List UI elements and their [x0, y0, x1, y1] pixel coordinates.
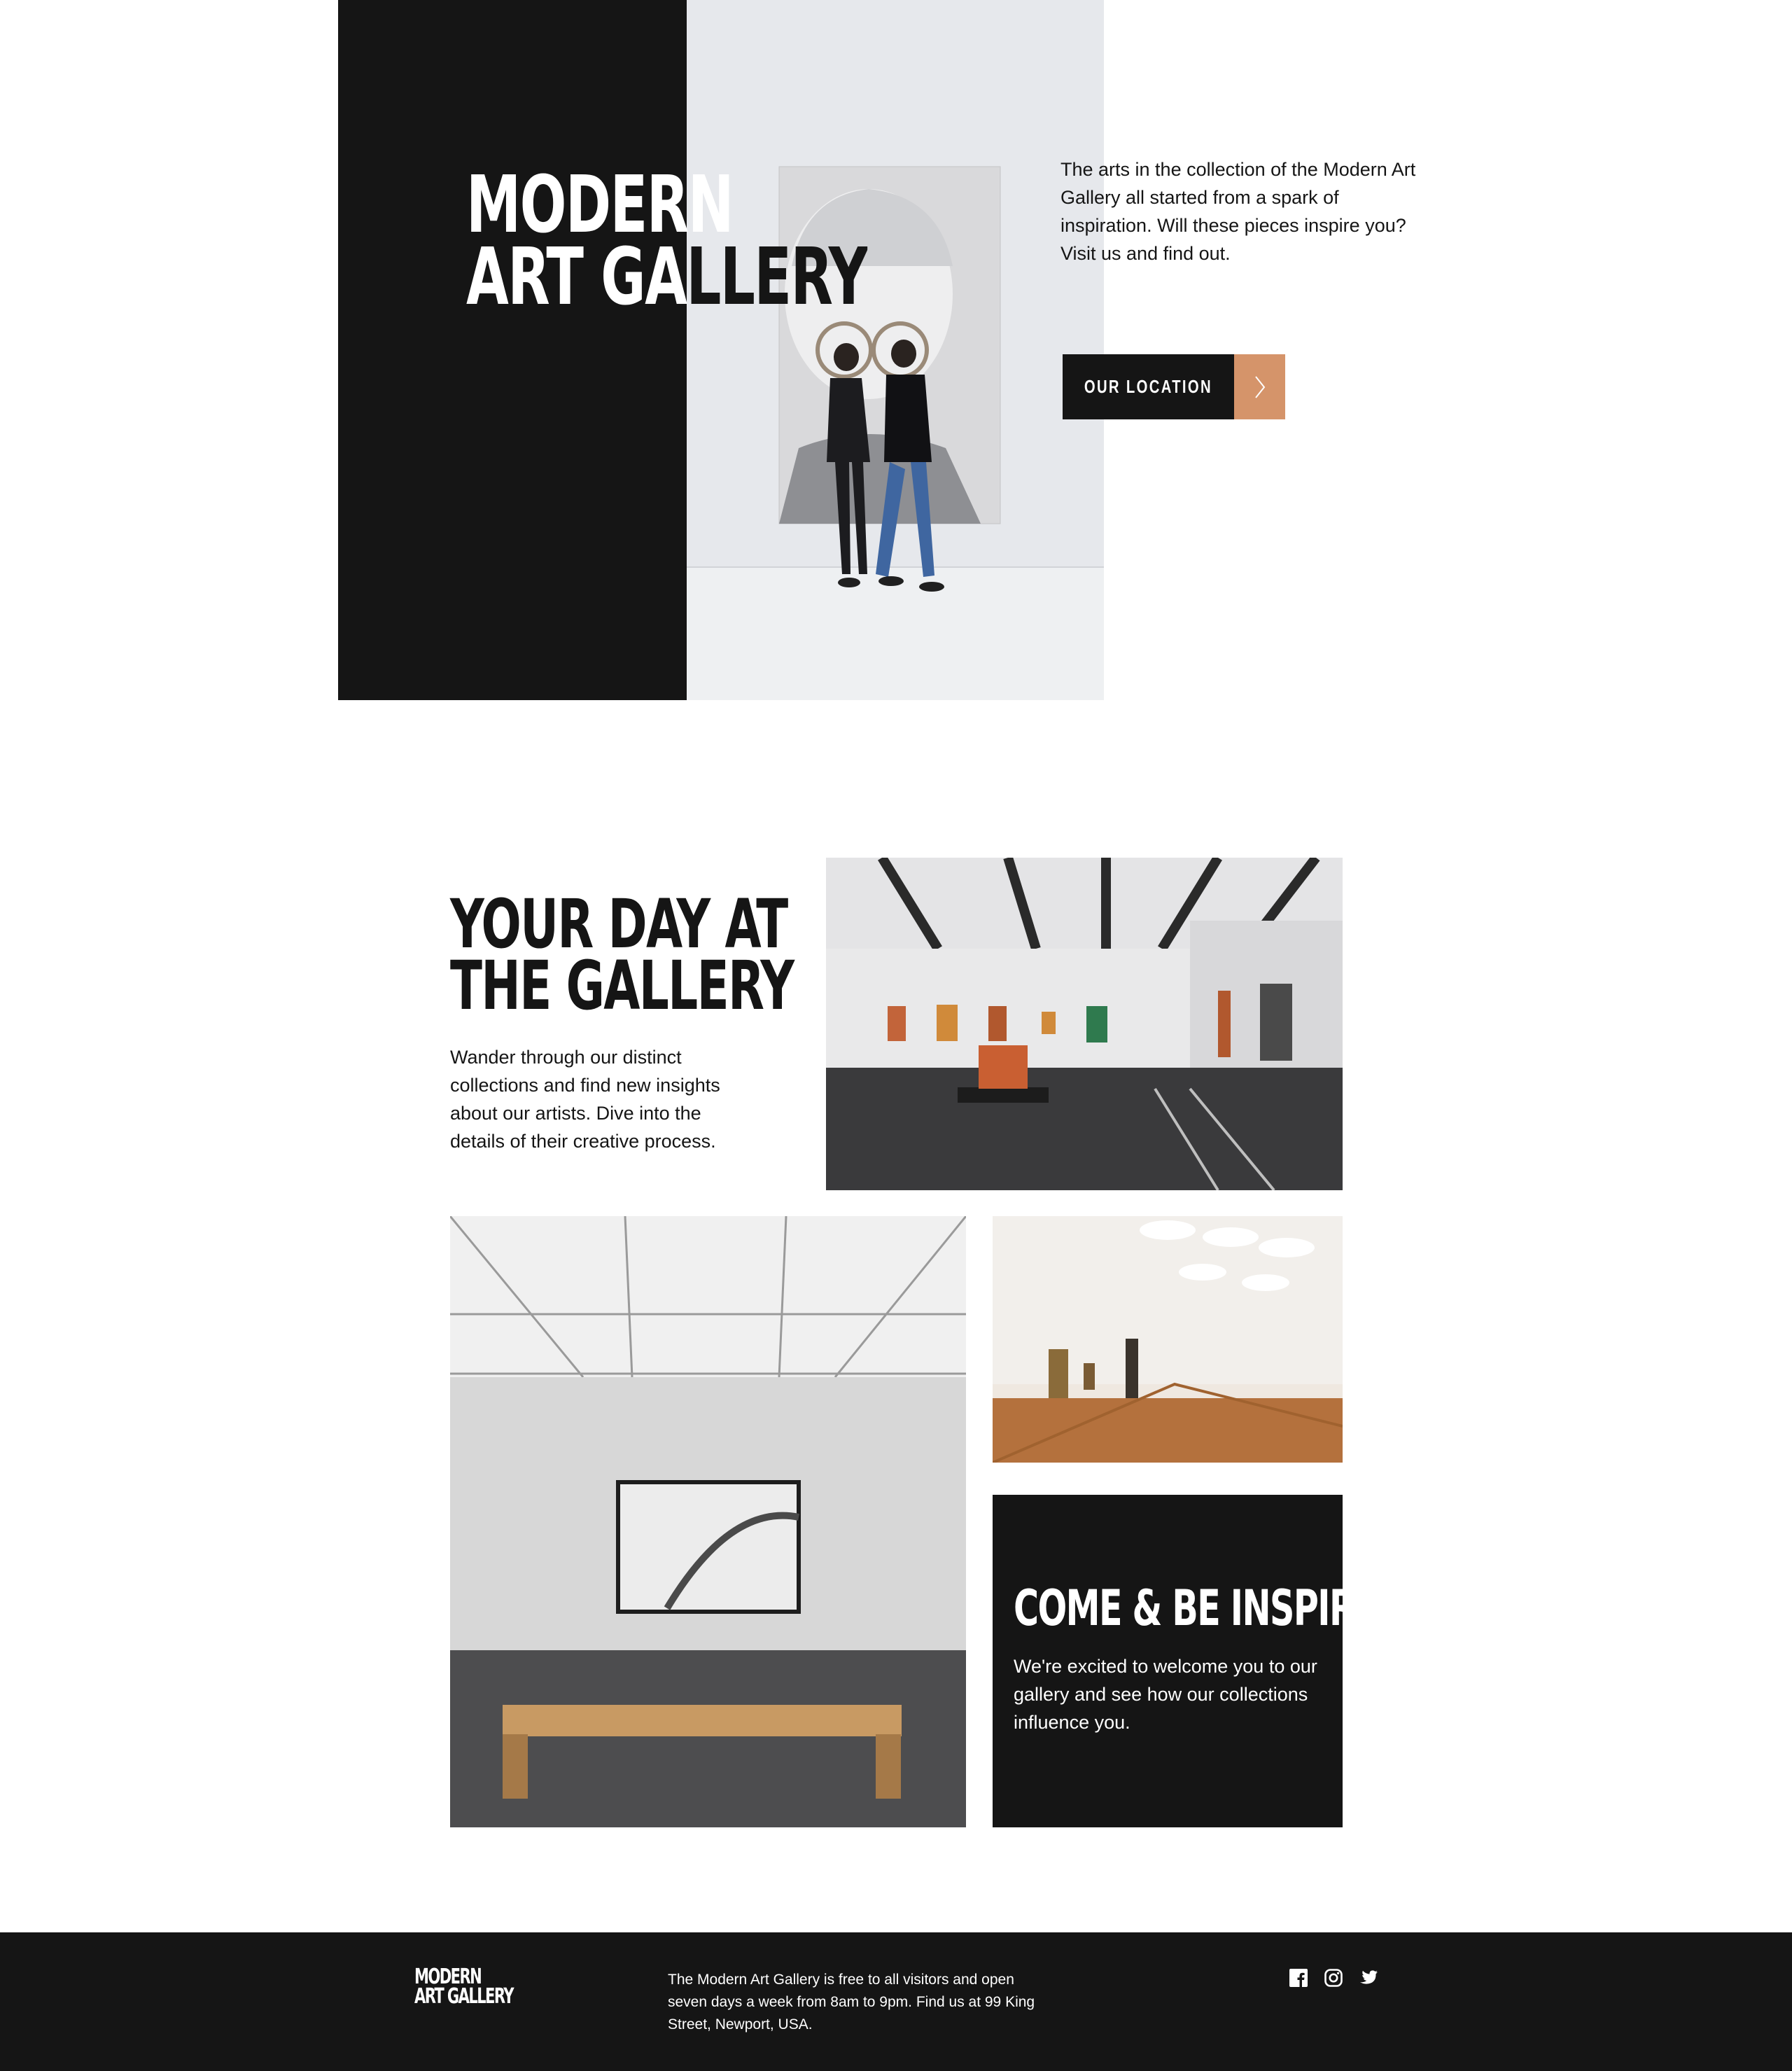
- section-title: YOUR DAY AT THE GALLERY: [450, 885, 794, 1026]
- footer-logo-line-2: ART GALLERY: [414, 1983, 514, 2009]
- chevron-right-icon: [1234, 354, 1285, 419]
- inspired-title: COME & BE INSPIRED: [1014, 1580, 1406, 1637]
- our-location-button-label: OUR LOCATION: [1063, 354, 1234, 419]
- instagram-icon[interactable]: [1323, 1967, 1344, 1988]
- footer-logo[interactable]: MODERN ART GALLERY: [414, 1967, 514, 2009]
- section-title-line-2: THE GALLERY: [450, 947, 794, 1026]
- hero-intro-text: The arts in the collection of the Modern…: [1060, 159, 1416, 264]
- twitter-icon[interactable]: [1358, 1967, 1379, 1988]
- gallery-room-image: [826, 858, 1343, 1190]
- hero-image: [687, 0, 1104, 700]
- footer-text: The Modern Art Gallery is free to all vi…: [668, 1972, 1035, 2032]
- our-location-label-text: OUR LOCATION: [1084, 376, 1213, 397]
- inspired-text: We're excited to welcome you to our gall…: [1014, 1656, 1317, 1733]
- bench-room-image: [450, 1216, 966, 1827]
- facebook-icon[interactable]: [1288, 1967, 1309, 1988]
- section-title-line-1: YOUR DAY AT: [450, 885, 788, 963]
- hero-title-line-1: MODERN: [466, 160, 734, 251]
- hero-dark-panel: [338, 0, 687, 700]
- our-location-button[interactable]: OUR LOCATION: [1063, 354, 1285, 419]
- hall-image: [993, 1216, 1343, 1463]
- hero-title-line-2: ART GALLERY: [466, 232, 869, 323]
- hero-title: MODERN ART GALLERY: [466, 160, 869, 323]
- section-text: Wander through our distinct collections …: [450, 1047, 720, 1152]
